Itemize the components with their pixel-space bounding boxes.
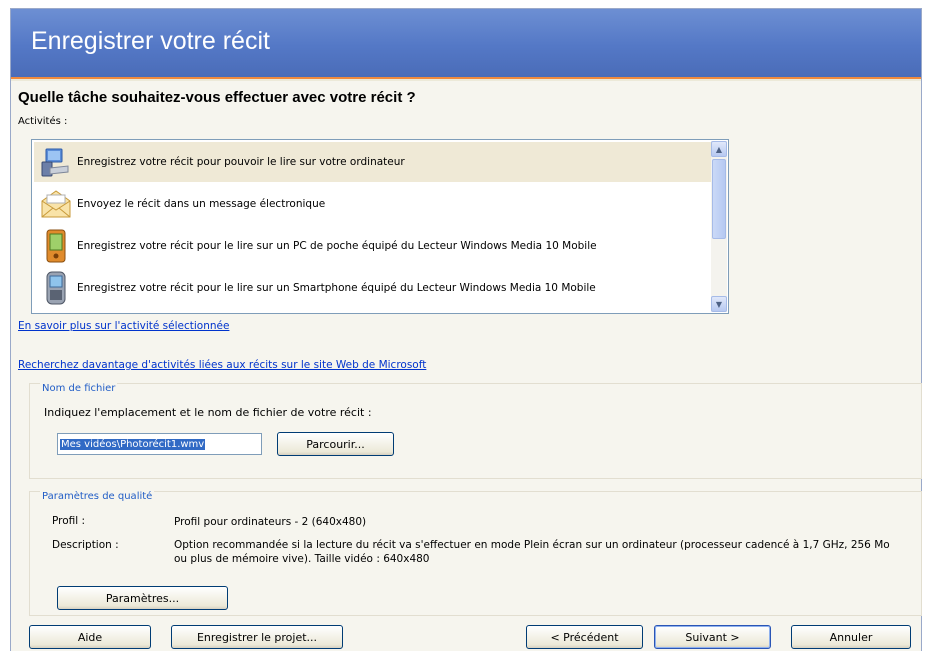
filename-group: Nom de fichier Indiquez l'emplacement et… [29, 383, 922, 479]
profile-value: Profil pour ordinateurs - 2 (640x480) [174, 516, 367, 528]
profile-key: Profil : [52, 515, 86, 527]
scroll-down-button[interactable]: ▼ [711, 296, 727, 312]
quality-group: Paramètres de qualité Profil : Profil po… [29, 491, 922, 616]
cancel-button[interactable]: Annuler [791, 625, 911, 649]
filename-instruction: Indiquez l'emplacement et le nom de fich… [44, 406, 372, 419]
learn-more-link[interactable]: En savoir plus sur l'activité sélectionn… [18, 320, 229, 332]
previous-button[interactable]: < Précédent [526, 625, 643, 649]
window-title: Enregistrer votre récit [31, 27, 270, 55]
activity-item-smartphone[interactable]: Enregistrez votre récit pour le lire sur… [34, 268, 712, 308]
page-question: Quelle tâche souhaitez-vous effectuer av… [18, 89, 416, 106]
activities-list[interactable]: Enregistrez votre récit pour pouvoir le … [31, 139, 729, 314]
help-button[interactable]: Aide [29, 625, 151, 649]
filename-input[interactable]: Mes vidéos\Photorécit1.wmv [57, 433, 262, 455]
activity-item-email[interactable]: Envoyez le récit dans un message électro… [34, 184, 712, 224]
activities-label: Activités : [18, 116, 68, 127]
description-value: Option recommandée si la lecture du réci… [174, 539, 890, 565]
scroll-thumb[interactable] [712, 159, 726, 239]
computer-icon [37, 144, 75, 180]
settings-button[interactable]: Paramètres... [57, 586, 228, 610]
browse-button[interactable]: Parcourir... [277, 432, 394, 456]
quality-group-title: Paramètres de qualité [40, 491, 155, 502]
scroll-up-button[interactable]: ▲ [711, 141, 727, 157]
activity-label: Enregistrez votre récit pour pouvoir le … [77, 156, 405, 168]
wizard-content: Quelle tâche souhaitez-vous effectuer av… [11, 81, 922, 651]
activity-item-pocket-pc[interactable]: Enregistrez votre récit pour le lire sur… [34, 226, 712, 266]
activities-scrollbar[interactable]: ▲ ▼ [711, 141, 727, 312]
envelope-icon [37, 186, 75, 222]
activity-label: Enregistrez votre récit pour le lire sur… [77, 282, 596, 294]
filename-group-title: Nom de fichier [40, 383, 118, 394]
smartphone-icon [37, 270, 75, 306]
description-key: Description : [52, 539, 119, 551]
pocket-pc-icon [37, 228, 75, 264]
search-more-link[interactable]: Recherchez davantage d'activités liées a… [18, 359, 426, 371]
activity-label: Envoyez le récit dans un message électro… [77, 198, 326, 210]
save-project-button[interactable]: Enregistrer le projet... [171, 625, 343, 649]
activity-item-computer[interactable]: Enregistrez votre récit pour pouvoir le … [34, 142, 712, 182]
next-button[interactable]: Suivant > [654, 625, 771, 649]
save-story-window: Enregistrer votre récit Quelle tâche sou… [10, 8, 922, 651]
filename-value: Mes vidéos\Photorécit1.wmv [60, 439, 206, 450]
title-bar: Enregistrer votre récit [11, 9, 921, 79]
activity-label: Enregistrez votre récit pour le lire sur… [77, 240, 597, 252]
